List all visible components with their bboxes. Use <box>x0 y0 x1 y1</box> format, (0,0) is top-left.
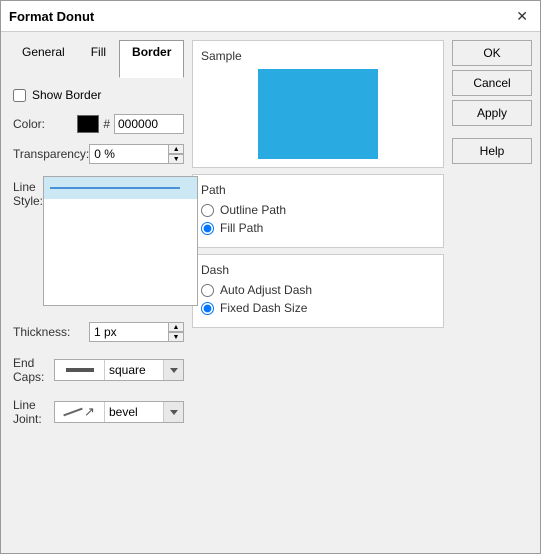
dash-title: Dash <box>201 263 435 277</box>
outline-path-label: Outline Path <box>220 203 286 217</box>
outline-path-row: Outline Path <box>201 203 435 217</box>
action-buttons-panel: OK Cancel Apply Help <box>452 40 532 545</box>
line-style-listbox[interactable] <box>43 176 198 306</box>
fill-path-label: Fill Path <box>220 221 263 235</box>
thickness-spinner-buttons: ▲ ▼ <box>168 322 184 342</box>
fixed-dash-radio[interactable] <box>201 302 214 315</box>
line-joint-icon: ↗ <box>63 404 96 420</box>
end-caps-line-icon <box>66 368 94 372</box>
ok-button[interactable]: OK <box>452 40 532 66</box>
transparency-row: Transparency: ▲ ▼ <box>13 144 184 164</box>
color-hash: # <box>103 117 110 131</box>
line-joint-control: ↗ bevel <box>54 401 184 423</box>
color-row: Color: # <box>13 114 184 134</box>
line-style-container <box>43 176 198 306</box>
transparency-up-button[interactable]: ▲ <box>168 144 184 154</box>
thickness-label: Thickness: <box>13 325 89 339</box>
end-caps-select[interactable]: square <box>54 359 184 381</box>
end-caps-dropdown-arrow <box>170 368 178 373</box>
fill-path-row: Fill Path <box>201 221 435 235</box>
sample-label: Sample <box>201 49 435 63</box>
outline-path-radio[interactable] <box>201 204 214 217</box>
show-border-row: Show Border <box>13 88 184 102</box>
transparency-label: Transparency: <box>13 147 89 161</box>
fixed-dash-row: Fixed Dash Size <box>201 301 435 315</box>
thickness-spinner: ▲ ▼ <box>89 322 184 342</box>
solid-line-preview <box>50 187 180 189</box>
thickness-input[interactable] <box>89 322 169 342</box>
line-style-item-3[interactable] <box>44 221 197 243</box>
fixed-dash-label: Fixed Dash Size <box>220 301 307 315</box>
path-section: Path Outline Path Fill Path <box>192 174 444 248</box>
transparency-spinner: ▲ ▼ <box>89 144 184 164</box>
line-style-item-5[interactable] <box>44 265 197 287</box>
auto-adjust-dash-label: Auto Adjust Dash <box>220 283 312 297</box>
sample-preview <box>258 69 378 159</box>
end-caps-label: End Caps: <box>13 356 54 384</box>
sample-panel: Sample <box>192 40 444 168</box>
title-bar: Format Donut ✕ <box>1 1 540 32</box>
tab-fill[interactable]: Fill <box>78 40 119 78</box>
transparency-input[interactable] <box>89 144 169 164</box>
auto-adjust-dash-radio[interactable] <box>201 284 214 297</box>
transparency-spinner-buttons: ▲ ▼ <box>168 144 184 164</box>
bevel-arrow-icon: ↗ <box>84 404 95 420</box>
color-input[interactable] <box>114 114 184 134</box>
tab-border[interactable]: Border <box>119 40 184 78</box>
main-form-panel: General Fill Border Data Label Hint <box>9 40 184 545</box>
help-button[interactable]: Help <box>452 138 532 164</box>
dialog-title: Format Donut <box>9 9 94 24</box>
format-donut-dialog: Format Donut ✕ General Fill Border Data … <box>0 0 541 554</box>
auto-adjust-dash-row: Auto Adjust Dash <box>201 283 435 297</box>
line-joint-select[interactable]: ↗ bevel <box>54 401 184 423</box>
line-joint-line1 <box>63 408 82 417</box>
fill-path-radio[interactable] <box>201 222 214 235</box>
tab-bar: General Fill Border Data Label Hint <box>9 40 184 78</box>
center-right-panel: Sample Path Outline Path Fill Path Dash <box>192 40 444 545</box>
line-joint-dropdown-arrow <box>170 410 178 415</box>
color-swatch[interactable] <box>77 115 99 133</box>
line-joint-icon-area: ↗ <box>55 402 105 422</box>
thickness-up-button[interactable]: ▲ <box>168 322 184 332</box>
color-label: Color: <box>13 117 77 131</box>
show-border-label: Show Border <box>32 88 101 102</box>
line-joint-dropdown-btn[interactable] <box>163 402 183 422</box>
line-joint-value: bevel <box>105 405 163 419</box>
show-border-checkbox[interactable] <box>13 89 26 102</box>
close-button[interactable]: ✕ <box>512 7 532 25</box>
thickness-row: Thickness: ▲ ▼ <box>13 322 184 342</box>
tab-general[interactable]: General <box>9 40 78 78</box>
end-caps-icon <box>55 360 105 380</box>
dialog-body: General Fill Border Data Label Hint <box>1 32 540 553</box>
line-joint-row: Line Joint: ↗ bevel <box>13 398 184 426</box>
end-caps-line <box>66 368 94 372</box>
end-caps-row: End Caps: square <box>13 356 184 384</box>
cancel-button[interactable]: Cancel <box>452 70 532 96</box>
line-style-item-2[interactable] <box>44 199 197 221</box>
color-control: # <box>77 114 184 134</box>
apply-button[interactable]: Apply <box>452 100 532 126</box>
line-style-label: Line Style: <box>13 180 43 208</box>
end-caps-control: square <box>54 359 184 381</box>
path-title: Path <box>201 183 435 197</box>
line-joint-label: Line Joint: <box>13 398 54 426</box>
transparency-down-button[interactable]: ▼ <box>168 154 184 164</box>
line-style-item-solid[interactable] <box>44 177 197 199</box>
end-caps-dropdown-btn[interactable] <box>163 360 183 380</box>
dash-section: Dash Auto Adjust Dash Fixed Dash Size <box>192 254 444 328</box>
line-style-item-4[interactable] <box>44 243 197 265</box>
line-style-row: Line Style: <box>13 176 184 306</box>
end-caps-value: square <box>105 363 163 377</box>
border-form: Show Border Color: # Transparency: <box>9 88 184 428</box>
thickness-down-button[interactable]: ▼ <box>168 332 184 342</box>
